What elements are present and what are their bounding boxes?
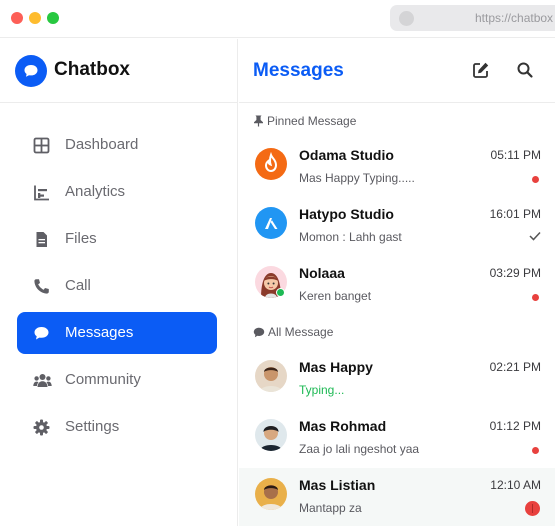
message-time: 03:29 PM [489,266,541,280]
avatar [255,148,287,180]
file-icon [36,232,47,247]
message-preview: Keren banget [299,289,372,303]
pinned-section-label: Pinned Message [253,114,356,128]
man-photo-icon [260,367,282,392]
search-icon[interactable] [516,61,534,79]
pin-icon [254,115,263,127]
list-item[interactable]: Mas Happy Typing... 02:21 PM [239,350,555,409]
list-item[interactable]: Hatypo Studio Momon : Lahh gast 16:01 PM [239,197,555,256]
message-preview: Zaa jo lali ngeshot yaa [299,442,420,456]
avatar [255,478,287,510]
all-section-label: All Message [253,325,333,339]
message-time: 05:11 PM [490,148,541,162]
contact-name: Hatypo Studio [299,206,394,222]
sidebar-item-label: Settings [65,418,120,435]
chat-bubble-icon [34,327,49,340]
contact-name: Mas Happy [299,359,373,375]
chat-bubble-icon [253,327,265,338]
address-bar-url: https://chatbox [475,11,554,25]
list-item[interactable]: Nolaaa Keren banget 03:29 PM [239,256,555,315]
bar-chart-icon [34,185,49,201]
typing-indicator: Typing... [299,383,345,397]
people-icon [33,374,52,387]
message-time: 01:12 PM [489,419,541,433]
address-bar[interactable]: https://chatbox [390,5,555,31]
avatar [255,207,287,239]
message-time: 02:21 PM [489,360,541,374]
sidebar-item-label: Files [65,230,97,247]
list-item[interactable]: Mas Rohmad Zaa jo lali ngeshot yaa 01:12… [239,409,555,468]
man-photo-icon [260,426,282,451]
all-section-text: All Message [268,325,334,339]
flame-logo-icon [264,151,278,173]
app-name: Chatbox [54,59,130,80]
man-photo-icon [260,485,282,510]
sidebar-item-label: Community [65,371,141,388]
unread-dot [532,294,539,301]
unread-dot [532,447,539,454]
sidebar-item-settings[interactable]: Settings [17,406,217,448]
sidebar: Chatbox Dashboard Analytics Files Call M… [0,39,238,526]
maximize-window-button[interactable] [47,12,59,24]
close-window-button[interactable] [11,12,23,24]
messages-panel: Messages Pinned Message Odama Studio Mas… [239,39,555,526]
dashboard-grid-icon [33,137,50,154]
contact-name: Odama Studio [299,147,394,163]
brand-header: Chatbox [0,39,238,103]
sidebar-item-files[interactable]: Files [17,218,217,260]
sidebar-item-label: Call [65,277,91,294]
sidebar-item-label: Analytics [65,183,126,200]
page-title: Messages [253,60,344,81]
sidebar-item-call[interactable]: Call [17,265,217,307]
sidebar-item-community[interactable]: Community [17,359,217,401]
sidebar-item-label: Dashboard [65,136,139,153]
avatar [255,360,287,392]
online-status-dot [276,288,285,297]
browser-toolbar: https://chatbox [0,0,555,38]
minimize-window-button[interactable] [29,12,41,24]
unread-dot [532,176,539,183]
gear-icon [33,419,50,436]
compose-icon[interactable] [472,61,490,79]
sidebar-item-dashboard[interactable]: Dashboard [17,124,217,166]
messages-header: Messages [239,39,555,103]
message-preview: Mantapp za [299,501,362,515]
unread-badge [525,501,540,516]
sidebar-item-messages[interactable]: Messages [17,312,217,354]
lambda-logo-icon [265,218,278,229]
message-preview: Mas Happy Typing..... [299,171,415,185]
list-item[interactable]: Mas Listian Mantapp za 12:10 AM [239,468,555,526]
message-time: 16:01 PM [489,207,541,221]
sidebar-item-label: Messages [65,324,134,341]
message-preview: Momon : Lahh gast [299,230,402,244]
sidebar-item-analytics[interactable]: Analytics [17,171,217,213]
list-item[interactable]: Odama Studio Mas Happy Typing..... 05:11… [239,138,555,197]
pinned-section-text: Pinned Message [267,114,357,128]
message-time: 12:10 AM [490,478,541,492]
site-info-icon[interactable] [399,11,414,26]
contact-name: Mas Listian [299,477,376,493]
avatar [255,419,287,451]
contact-name: Nolaaa [299,265,345,281]
contact-name: Mas Rohmad [299,418,387,434]
chat-bubble-icon[interactable] [15,55,47,87]
phone-icon [34,279,49,294]
read-check-icon [529,231,541,241]
